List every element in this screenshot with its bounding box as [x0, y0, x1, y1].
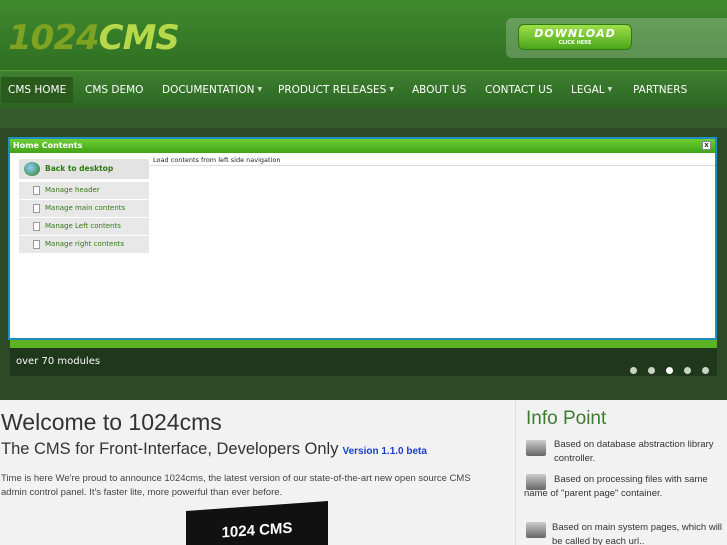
document-icon [33, 240, 40, 249]
chevron-down-icon: ▼ [257, 86, 263, 93]
version-link[interactable]: Version 1.1.0 beta [342, 446, 427, 457]
info-item: Based on processing files with same name… [524, 474, 708, 499]
list-item: Manage main contents [19, 200, 149, 217]
page-title: Welcome to 1024cms [1, 409, 222, 435]
document-icon [33, 186, 40, 195]
slider-dot[interactable] [683, 367, 691, 374]
close-icon: x [702, 141, 711, 150]
site-header: 1024CMS DOWNLOAD CLICK HERE [0, 0, 727, 70]
nav-legal[interactable]: LEGAL ▼ [564, 77, 619, 103]
slider-dot[interactable] [647, 367, 655, 374]
chevron-down-icon: ▼ [389, 86, 394, 93]
nav-cms-home[interactable]: CMS HOME [1, 77, 74, 103]
nav-contact-us[interactable]: CONTACT US [478, 77, 559, 103]
nav-product-releases[interactable]: PRODUCT RELEASES ▼ [271, 77, 401, 103]
document-icon [33, 204, 40, 213]
page-subtitle: The CMS for Front-Interface, Developers … [1, 440, 427, 458]
chevron-down-icon: ▼ [607, 86, 613, 93]
globe-icon [24, 162, 40, 176]
admin-side-nav: Back to desktop Manage header Manage mai… [19, 159, 149, 254]
info-title: Info Point [526, 408, 607, 429]
window-title: Home Contents x [10, 139, 715, 153]
list-item: Manage right contents [19, 236, 149, 253]
document-icon [33, 222, 40, 231]
nav-about-us[interactable]: ABOUT US [405, 77, 473, 103]
content-hint: Load contents from left side navigation [150, 155, 715, 166]
info-item: Based on main system pages, which will b… [552, 522, 723, 545]
download-panel: DOWNLOAD CLICK HERE [506, 18, 727, 58]
nav-documentation[interactable]: DOCUMENTATION ▼ [155, 77, 269, 103]
download-button[interactable]: DOWNLOAD CLICK HERE [518, 24, 632, 50]
slider-dot[interactable] [629, 367, 637, 374]
admin-screenshot: Home Contents x Back to desktop Manage h… [8, 137, 717, 340]
intro-text: Time is here We're proud to announce 102… [1, 473, 471, 498]
nav-partners[interactable]: PARTNERS [626, 77, 694, 103]
back-to-desktop: Back to desktop [19, 159, 149, 179]
list-item: Manage header [19, 182, 149, 199]
slide-caption-text: over 70 modules [16, 356, 101, 367]
main-nav: CMS HOME CMS DEMO DOCUMENTATION ▼ PRODUCT… [0, 70, 727, 108]
slider-dot-active[interactable] [665, 367, 673, 374]
slide-caption: over 70 modules [10, 348, 717, 376]
site-logo[interactable]: 1024CMS [8, 18, 180, 58]
nav-cms-demo[interactable]: CMS DEMO [78, 77, 150, 103]
slider-dot[interactable] [702, 367, 709, 374]
list-item: Manage Left contents [19, 218, 149, 235]
slider-dots [624, 359, 709, 378]
info-item: Based on database abstraction library co… [554, 439, 714, 464]
